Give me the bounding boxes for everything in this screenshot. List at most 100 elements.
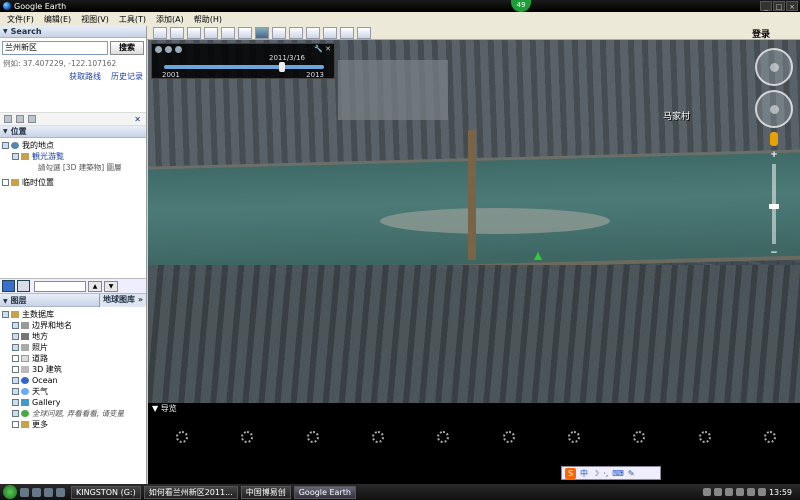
checkbox[interactable] [12, 421, 19, 428]
taskbar-item-browser[interactable]: 如何看兰州新区2011... [143, 485, 238, 499]
historical-imagery-icon[interactable] [255, 26, 269, 39]
tray-icon[interactable] [724, 488, 733, 496]
collapse-triangle-icon[interactable]: ▼ [3, 128, 8, 135]
earth-gallery-button[interactable]: 地球图库 » [99, 293, 146, 307]
search-panel-header[interactable]: ▼ Search [0, 26, 146, 38]
maximize-icon[interactable]: □ [773, 1, 785, 11]
map-view[interactable]: 马家村 🔧 ✕ 2011/3/16 2001 2013 + − [148, 40, 800, 403]
close-icon[interactable]: × [786, 1, 798, 11]
tour-guide-header[interactable]: ▼ 导览 [148, 403, 800, 415]
taskbar-item-blog[interactable]: 中国博易创 [240, 485, 291, 499]
layer-item[interactable]: 道路 [2, 353, 144, 364]
placemark-pin-icon[interactable] [534, 252, 542, 260]
tray-icon[interactable] [713, 488, 722, 496]
checkbox[interactable] [12, 322, 19, 329]
print-icon[interactable] [340, 26, 354, 39]
sidebar-toggle-icon[interactable] [153, 26, 167, 39]
tray-icon[interactable] [757, 488, 766, 496]
layer-view-icon[interactable] [17, 280, 30, 292]
planets-icon[interactable] [289, 26, 303, 39]
checkbox[interactable] [12, 377, 19, 384]
zoom-out-icon[interactable]: − [770, 248, 778, 258]
tray-icon[interactable] [746, 488, 755, 496]
time-slider-track[interactable] [164, 65, 324, 69]
layer-item[interactable]: 地方 [2, 331, 144, 342]
checkbox[interactable] [12, 333, 19, 340]
tools-icon[interactable]: ✎ [628, 469, 635, 478]
layers-panel-header[interactable]: ▼ 图层 地球图库 » [0, 293, 146, 307]
start-button-icon[interactable] [3, 485, 17, 499]
arrow-down-icon[interactable]: ▼ [104, 280, 118, 292]
zoom-slider-handle[interactable] [769, 204, 779, 209]
arrow-up-icon[interactable]: ▲ [88, 280, 102, 292]
path-icon[interactable] [204, 26, 218, 39]
layer-filter-input[interactable] [34, 280, 86, 292]
checkbox[interactable] [2, 179, 9, 186]
layer-item[interactable]: 3D 建筑 [2, 364, 144, 375]
collapse-triangle-icon[interactable]: ▼ [3, 28, 8, 35]
tree-item-temporary[interactable]: 临时位置 [2, 177, 144, 188]
tree-item-my-places[interactable]: 我的地点 [2, 140, 144, 151]
layer-item[interactable]: Gallery [2, 397, 144, 408]
search-button[interactable]: 搜索 [110, 41, 144, 55]
polygon-icon[interactable] [187, 26, 201, 39]
search-input[interactable]: 兰州新区 [2, 41, 108, 55]
get-directions-link[interactable]: 获取路线 [69, 71, 101, 82]
punctuation-icon[interactable]: ·, [603, 469, 608, 478]
checkbox[interactable] [12, 366, 19, 373]
layer-item[interactable]: 边界和地名 [2, 320, 144, 331]
tree-item-sightseeing[interactable]: 観光游覧 [2, 151, 144, 162]
time-slider-handle[interactable] [279, 62, 285, 72]
checkbox[interactable] [12, 355, 19, 362]
collapse-triangle-icon[interactable]: ▼ [3, 298, 8, 305]
login-button[interactable]: 登录 [752, 27, 770, 40]
checkbox[interactable] [2, 311, 9, 318]
move-icon[interactable] [755, 90, 793, 128]
quick-launch-icon[interactable] [20, 487, 29, 497]
copy-icon[interactable] [16, 115, 24, 123]
ruler-icon[interactable] [306, 26, 320, 39]
quick-launch-icon[interactable] [44, 487, 53, 497]
minimize-icon[interactable]: _ [760, 1, 772, 11]
checkbox[interactable] [12, 399, 19, 406]
zoom-out-time-icon[interactable] [175, 46, 182, 53]
print-icon[interactable] [28, 115, 36, 123]
clear-search-icon[interactable]: ✕ [134, 115, 141, 124]
checkbox[interactable] [12, 344, 19, 351]
quick-launch-icon[interactable] [56, 487, 65, 497]
layer-item[interactable]: 天气 [2, 386, 144, 397]
tray-icon[interactable] [735, 488, 744, 496]
checkbox[interactable] [12, 410, 19, 417]
clock-icon[interactable] [155, 46, 162, 53]
menu-file[interactable]: 文件(F) [2, 14, 39, 25]
ime-mode-label[interactable]: 中 [580, 468, 588, 479]
clock[interactable]: 13:59 [769, 488, 792, 497]
moon-icon[interactable]: ☽ [592, 469, 599, 478]
layer-item[interactable]: 照片 [2, 342, 144, 353]
time-slider-close-icon[interactable]: 🔧 ✕ [314, 45, 331, 53]
map-place-label[interactable]: 马家村 [663, 109, 690, 122]
history-link[interactable]: 历史记录 [111, 71, 143, 82]
zoom-in-time-icon[interactable] [165, 46, 172, 53]
folder-icon[interactable] [4, 115, 12, 123]
menu-add[interactable]: 添加(A) [151, 14, 189, 25]
tray-icon[interactable] [702, 488, 711, 496]
sogou-ime-icon[interactable]: S [565, 467, 576, 479]
layer-item[interactable]: 全球问题, 弄看看看, 请变量 [2, 408, 144, 419]
menu-tools[interactable]: 工具(T) [114, 14, 151, 25]
input-method-bar[interactable]: S 中 ☽ ·, ⌨ ✎ [561, 466, 661, 480]
checkbox[interactable] [2, 142, 9, 149]
places-panel-header[interactable]: ▼ 位置 [0, 126, 146, 138]
taskbar-item-drive[interactable]: KINGSTON (G:) [71, 485, 141, 499]
historical-time-slider[interactable]: 🔧 ✕ 2011/3/16 2001 2013 [151, 43, 335, 79]
menu-edit[interactable]: 编辑(E) [39, 14, 76, 25]
view-in-maps-icon[interactable] [357, 26, 371, 39]
record-tour-icon[interactable] [238, 26, 252, 39]
checkbox[interactable] [12, 153, 19, 160]
street-view-pegman-icon[interactable] [770, 132, 778, 146]
checkbox[interactable] [12, 388, 19, 395]
layer-item[interactable]: 主数据库 [2, 309, 144, 320]
taskbar-item-google-earth[interactable]: Google Earth [293, 485, 356, 499]
search-layers-icon[interactable] [2, 280, 15, 292]
sunlight-icon[interactable] [272, 26, 286, 39]
